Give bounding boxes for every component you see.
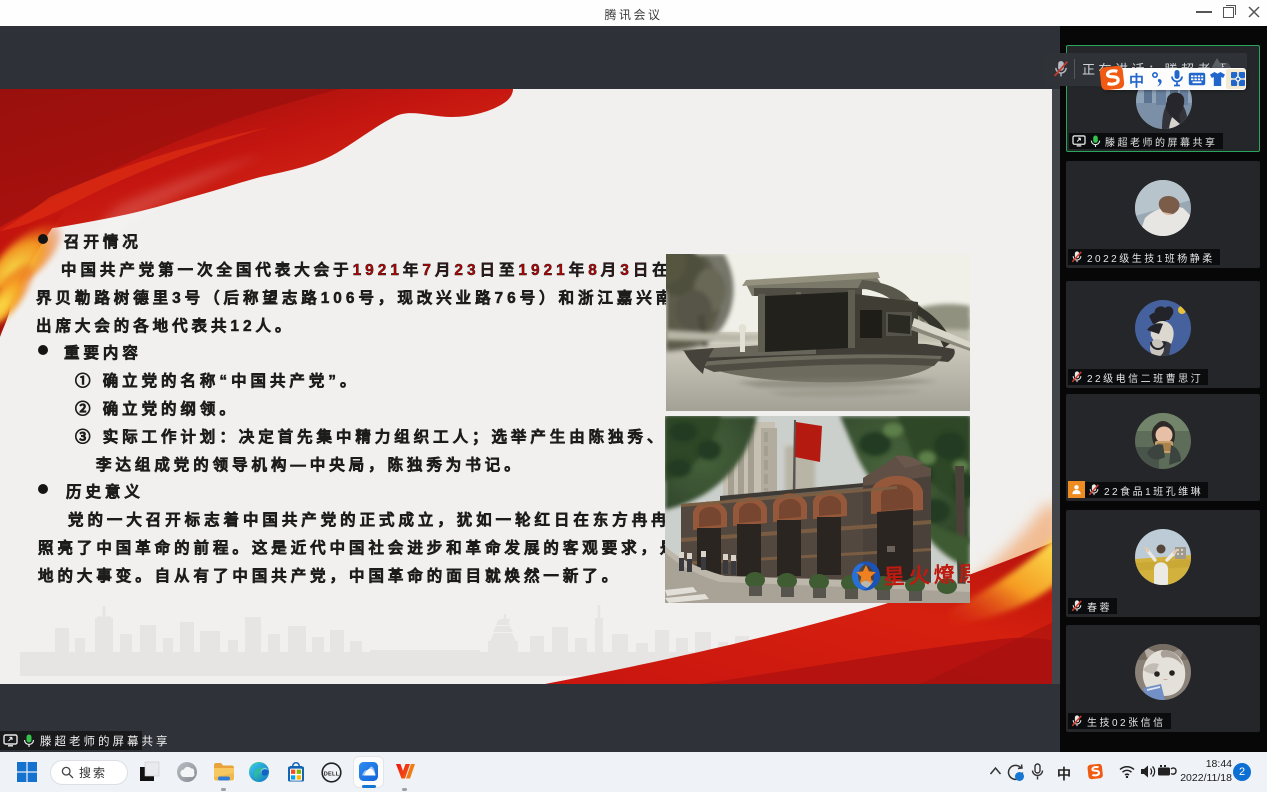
svg-text:DELL: DELL bbox=[324, 771, 340, 777]
svg-text:星火燎原: 星火燎原 bbox=[883, 562, 970, 589]
